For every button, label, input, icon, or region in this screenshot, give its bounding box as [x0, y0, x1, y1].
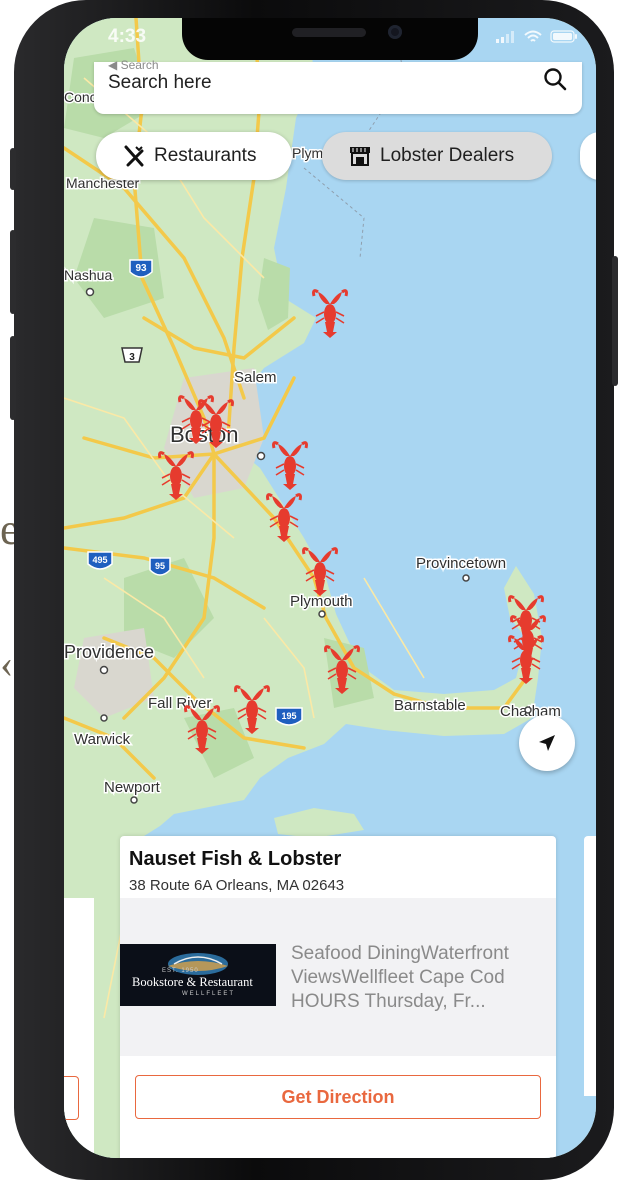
route-shield-495: 495 — [87, 551, 113, 570]
earpiece-speaker — [292, 28, 366, 37]
place-label-newport: Newport — [104, 779, 161, 796]
place-label-salem: Salem — [234, 369, 277, 386]
device-notch — [182, 18, 478, 60]
city-dot-chatham — [524, 706, 532, 714]
city-dot-provincetown — [462, 574, 470, 582]
place-label-provincetown: Provincetown — [416, 555, 506, 572]
cellular-signal-icon — [496, 30, 514, 43]
volume-up-button — [10, 230, 16, 314]
back-to-search-link[interactable]: ◀ Search — [108, 58, 159, 72]
battery-icon — [550, 30, 577, 43]
app-screen: 93 3 495 95 195 Conco Manchester Nashua … — [64, 18, 596, 1158]
logo-subtext: WELLFLEET — [182, 991, 236, 997]
filter-chip-lobster-dealers[interactable]: Lobster Dealers — [322, 132, 552, 180]
previous-card-edge[interactable] — [64, 898, 94, 1158]
city-dot-newport — [130, 796, 138, 804]
place-address: 38 Route 6A Orleans, MA 02643 — [129, 877, 345, 894]
place-card-body: EST. 1950 Bookstore & Restaurant WELLFLE… — [120, 898, 556, 1056]
place-label-warwick: Warwick — [74, 731, 131, 748]
search-bar[interactable]: ◀ Search Search here — [94, 58, 582, 114]
my-location-button[interactable] — [519, 715, 575, 771]
route-shield-93-label: 93 — [135, 263, 147, 274]
place-label-fall-river: Fall River — [148, 695, 211, 712]
route-shield-195: 195 — [275, 707, 303, 726]
get-direction-button[interactable]: Get Direction — [135, 1075, 541, 1119]
background-glyph-chevron: ‹ — [0, 641, 14, 686]
wifi-icon — [524, 30, 542, 42]
place-label-barnstable: Barnstable — [394, 697, 466, 714]
filter-label-restaurants: Restaurants — [154, 145, 257, 166]
route-shield-95: 95 — [149, 557, 171, 576]
place-label-providence: Providence — [64, 642, 154, 662]
city-dot-warwick — [100, 714, 108, 722]
place-card[interactable]: Nauset Fish & Lobster 38 Route 6A Orlean… — [120, 836, 556, 1158]
mute-switch — [10, 148, 16, 190]
volume-down-button — [10, 336, 16, 420]
status-time: 4:33 — [108, 26, 147, 47]
route-shield-3: 3 — [121, 347, 143, 363]
status-icons — [496, 30, 578, 43]
front-camera — [388, 25, 402, 39]
city-dot-nashua — [85, 287, 95, 297]
route-shield-3-label: 3 — [129, 352, 135, 363]
filter-label-lobster-dealers: Lobster Dealers — [380, 145, 515, 166]
logo-est: EST. 1950 — [162, 968, 199, 974]
market-stall-icon — [350, 147, 370, 166]
route-shield-495-label: 495 — [92, 555, 107, 565]
city-dot-plymouth — [318, 610, 326, 618]
place-description: Seafood DiningWaterfront ViewsWellfleet … — [291, 943, 509, 1012]
route-shield-93: 93 — [129, 259, 153, 278]
search-icon[interactable] — [542, 66, 568, 97]
place-logo: EST. 1950 Bookstore & Restaurant WELLFLE… — [120, 944, 276, 1006]
power-button — [612, 256, 618, 386]
logo-text: Bookstore & Restaurant — [132, 975, 253, 989]
previous-card-button-edge[interactable] — [64, 1076, 79, 1120]
search-input[interactable]: Search here — [108, 72, 212, 94]
city-dot-boston — [256, 451, 266, 461]
route-shield-195-label: 195 — [281, 711, 296, 721]
place-label-nashua: Nashua — [64, 267, 112, 283]
fork-knife-icon — [124, 145, 144, 167]
place-name: Nauset Fish & Lobster — [129, 848, 342, 870]
filter-chip-restaurants[interactable]: Restaurants — [96, 132, 292, 180]
place-label-plymouth: Plymouth — [290, 593, 353, 610]
city-dot-providence — [99, 665, 109, 675]
next-card-edge[interactable] — [584, 836, 596, 1096]
navigation-arrow-icon — [539, 735, 555, 751]
phone-frame: 93 3 495 95 195 Conco Manchester Nashua … — [10, 0, 618, 1180]
route-shield-95-label: 95 — [155, 561, 165, 571]
